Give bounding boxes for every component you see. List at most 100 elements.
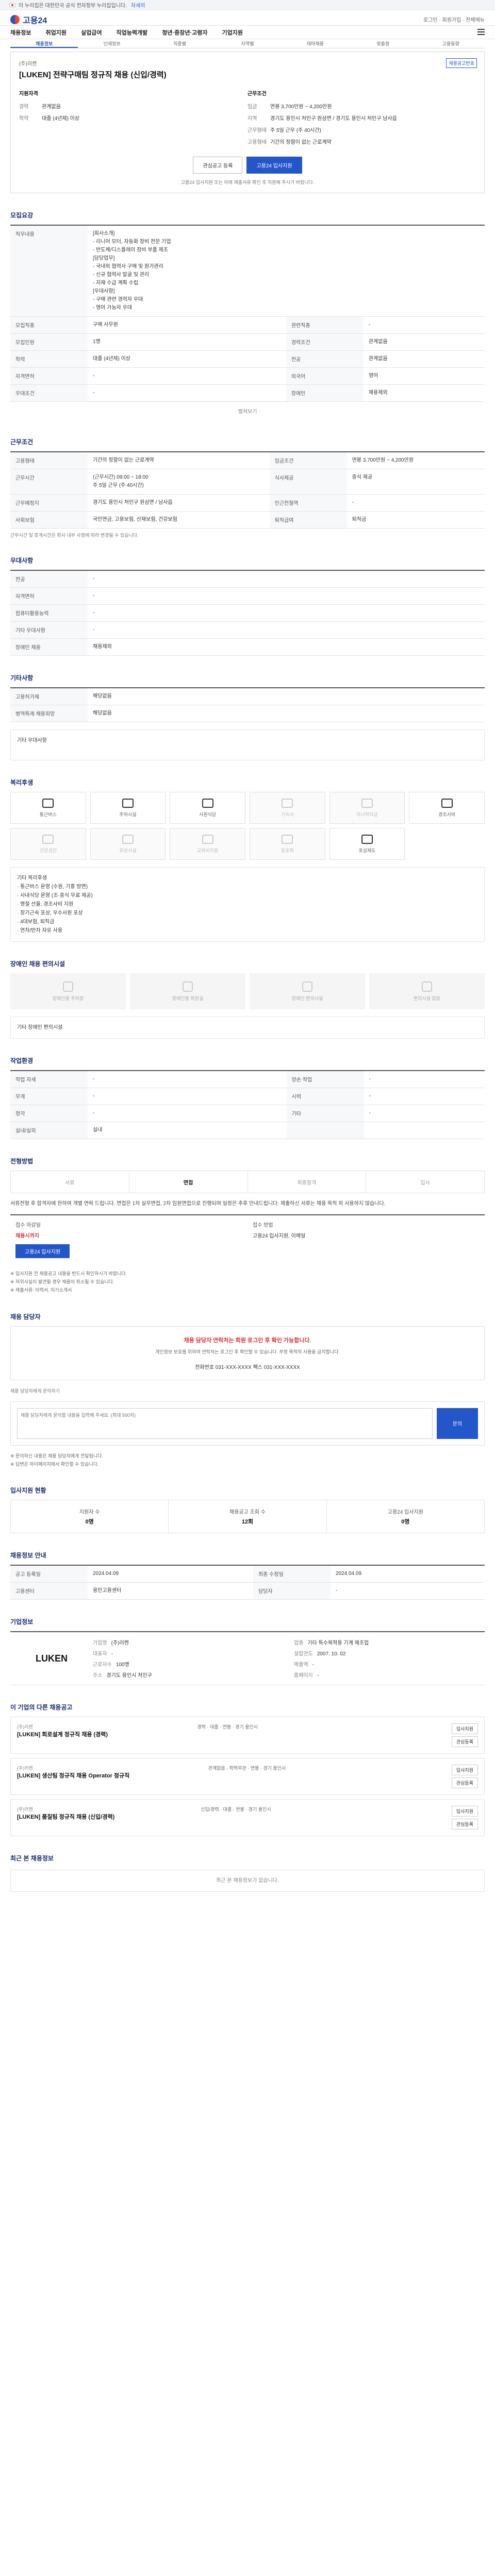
corp-value: - (111, 1651, 113, 1657)
summary-label: 지역 (248, 116, 257, 122)
benefit-icon (42, 834, 54, 844)
disability-label: 편의시설 없음 (413, 995, 441, 1001)
company-name[interactable]: (주)러켄 (19, 59, 476, 67)
table-cell: - (88, 1071, 287, 1088)
facility-icon (302, 981, 312, 992)
inquiry-send-button[interactable]: 문의 (437, 1408, 478, 1439)
tab[interactable]: 채용정보 (10, 39, 78, 48)
table-cell: 우대조건 (10, 384, 88, 402)
summary-row: 고용형태 기간의 정함이 없는 근로계약 (248, 138, 476, 145)
corp-label: 업종 (294, 1640, 304, 1647)
site-logo[interactable]: 고용24 (10, 13, 47, 26)
welfare-label: 경조사비 (438, 811, 456, 817)
table-cell: 영어 (363, 367, 485, 385)
corp-label: 매출액 (294, 1662, 308, 1668)
related-meta: 관계없음 · 학력무관 · 연봉 · 경기 용인시 (208, 1766, 286, 1771)
stat-label: 고용24 입사지원 (387, 1510, 423, 1516)
related-scrap-button[interactable]: 관심등록 (451, 1819, 478, 1830)
related-item[interactable]: (주)러켄 [LUKEN] 품질팀 정규직 채용 (신입/경력) 신입/경력 · 대… (10, 1799, 485, 1837)
related-title[interactable]: [LUKEN] 생산팀 정규직 채용 Operator 정규직 (17, 1771, 129, 1780)
docs-section: 우대사항 전공 - 자격면허 - 컴퓨터활용능력 - 기타 우대사항 - 장애인 채용 채용제외 (10, 556, 485, 656)
stat-value: 12회 (241, 1519, 254, 1526)
table-row: 근무시간 (근무시간) 09:00 ~ 18:00 주 5일 근무 (주 40시간… (10, 469, 485, 495)
process-description: 서류전형 후 합격자에 한하여 개별 연락 드립니다. 면접은 1차 실무면접,… (10, 1201, 386, 1207)
related-title[interactable]: [LUKEN] 회로설계 정규직 채용 (경력) (17, 1730, 108, 1738)
table-cell: - (364, 1088, 485, 1105)
summary-value: 대졸 (4년제) 이상 (42, 116, 79, 122)
tab[interactable]: 맞춤형 (349, 39, 417, 48)
table-cell: 전공 (286, 350, 364, 368)
logo-text: 고용24 (23, 16, 47, 25)
table-cell: 청각 (10, 1105, 88, 1122)
nav-item[interactable]: 취업지원 (45, 28, 66, 37)
info-title: 채용정보 안내 (10, 1552, 46, 1560)
related-company: (주)러켄 (17, 1807, 33, 1812)
nav-item[interactable]: 채용정보 (10, 28, 31, 37)
stat-value: 0명 (401, 1519, 410, 1526)
hamburger-icon[interactable] (477, 29, 485, 35)
related-item[interactable]: (주)러켄 [LUKEN] 회로설계 정규직 채용 (경력) 경력 · 대졸 · 연… (10, 1717, 485, 1754)
tab[interactable]: 지역별 (213, 39, 281, 48)
benefit-icon (202, 834, 213, 844)
table-cell: 채용제외 (88, 638, 485, 656)
table-cell: 최종 수정일 (253, 1565, 331, 1583)
corp-logo: LUKEN (36, 1653, 68, 1664)
inquiry-input[interactable] (17, 1408, 433, 1439)
gov-banner-more-link[interactable]: 자세히 (131, 1, 145, 9)
related-title[interactable]: [LUKEN] 품질팀 정규직 채용 (신입/경력) (17, 1812, 114, 1821)
recent-section: 최근 본 채용정보 최근 본 채용정보가 없습니다. (10, 1854, 485, 1892)
table-cell: 근무시간 (10, 469, 88, 495)
scrap-button[interactable]: 관심공고 등록 (193, 157, 243, 174)
table-row: 우대조건 - 장애인 채용제외 (10, 384, 485, 402)
disability-section: 장애인 채용 편의시설 장애인용 주차장 장애인용 화장실 장애인 편의시설 편의시설… (10, 959, 485, 1039)
table-cell: - (88, 1088, 287, 1105)
tab[interactable]: 인재정보 (78, 39, 145, 48)
tab[interactable]: 고용동향 (417, 39, 485, 48)
related-item[interactable]: (주)러켄 [LUKEN] 생산팀 정규직 채용 Operator 정규직 관계없음… (10, 1758, 485, 1795)
corp-title: 기업정보 (10, 1618, 34, 1626)
table-cell: 고용허가제 (10, 688, 88, 705)
related-apply-button[interactable]: 입사지원 (451, 1723, 478, 1735)
welfare-item: 통근버스 (10, 792, 86, 824)
benefit-icon (122, 798, 134, 808)
nav-item[interactable]: 청년·중장년·고령자 (162, 28, 207, 37)
facility-icon (422, 981, 432, 992)
table-cell: - (363, 316, 485, 334)
corp-row: 설립연도 2007. 10. 02 (294, 1649, 485, 1657)
welfare-label: 포상제도 (358, 848, 376, 853)
table-row: 기타 우대사항 - (10, 621, 485, 639)
table-row: 컴퓨터활용능력 - (10, 604, 485, 622)
table-cell: - (88, 621, 485, 639)
welfare-label: 건강검진 (39, 848, 57, 853)
top-links[interactable]: 로그인 · 회원가입 · 전체메뉴 (423, 15, 485, 23)
related-scrap-button[interactable]: 관심등록 (451, 1777, 478, 1789)
related-info: (주)러켄 [LUKEN] 생산팀 정규직 채용 Operator 정규직 (17, 1765, 129, 1788)
corp-row: 대표자 - (93, 1649, 284, 1657)
summary-row: 경력 관계없음 (19, 102, 248, 110)
deadline-label: 접수 마감일 (15, 1223, 41, 1228)
corp-label: 홈페이지 (294, 1673, 313, 1679)
process-apply-button[interactable]: 고용24 입사지원 (15, 1244, 70, 1258)
process-title: 전형방법 (10, 1158, 34, 1165)
corp-row: 주소 경기도 용인시 처인구 (93, 1671, 284, 1679)
expand-button[interactable]: 펼쳐보기 (10, 402, 485, 420)
corp-label: 기업명 (93, 1640, 107, 1647)
table-row: 학력 대졸 (4년제) 이상 전공 관계없음 (10, 350, 485, 368)
related-apply-button[interactable]: 입사지원 (451, 1806, 478, 1817)
nav-item[interactable]: 직업능력개발 (116, 28, 147, 37)
welfare-label: 주차시설 (119, 811, 137, 817)
duty-content: [회사소개] - 리니어 모터, 자동화 장비 전문 기업 - 반도체/디스플레… (88, 225, 485, 317)
summary-label: 근무형태 (248, 128, 267, 133)
corp-value: - (317, 1673, 319, 1679)
nav-item[interactable]: 기업지원 (222, 28, 242, 37)
table-cell: 자격면허 (10, 587, 88, 605)
apply-button[interactable]: 고용24 입사지원 (246, 157, 302, 174)
corp-section: 기업정보 LUKEN 기업명 (주)러켄 업종 기타 특수목적용 기계 제조업 대표자 -… (10, 1617, 485, 1686)
related-scrap-button[interactable]: 관심등록 (451, 1736, 478, 1748)
stats-section: 입사지원 현황 지원자 수 0명 채용공고 조회 수 12회 고용24 입사지원 0명 (10, 1486, 485, 1534)
tab[interactable]: 직종별 (146, 39, 213, 48)
tab[interactable]: 테마채용 (282, 39, 349, 48)
table-row: 실내/실외 실내 (10, 1122, 485, 1139)
related-apply-button[interactable]: 입사지원 (451, 1765, 478, 1776)
nav-item[interactable]: 실업급여 (81, 28, 102, 37)
